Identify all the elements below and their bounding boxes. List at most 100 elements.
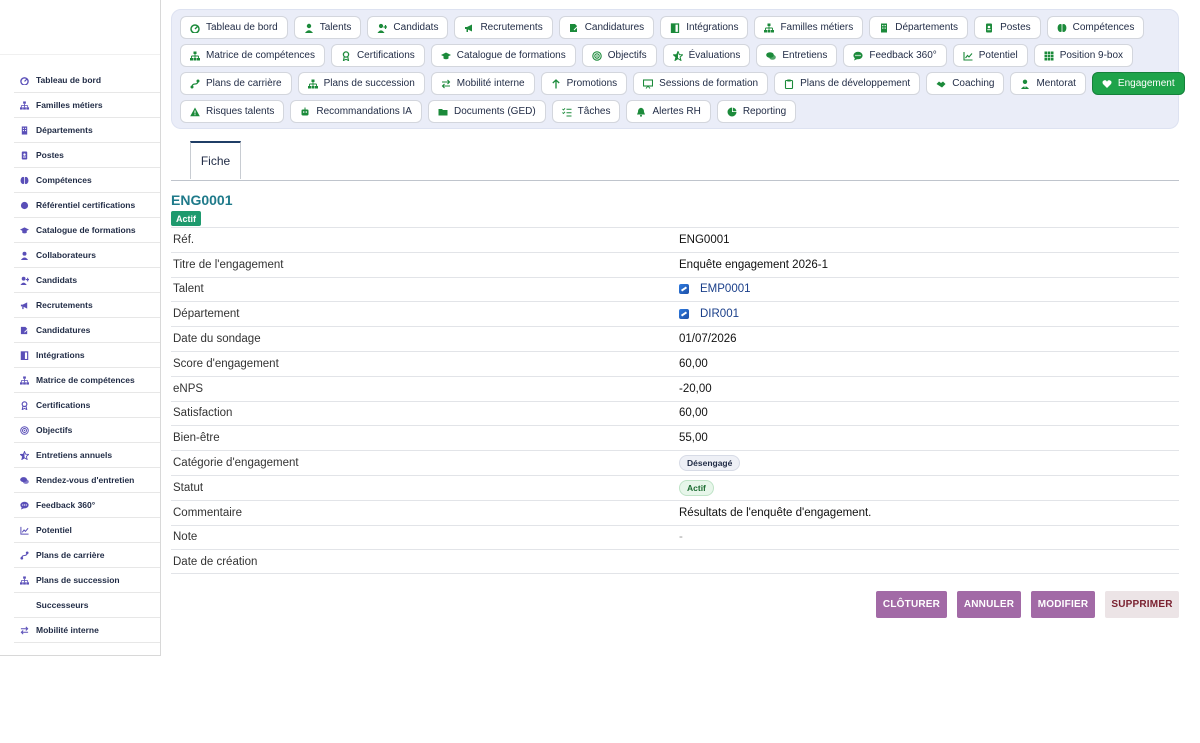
sidebar-item-int-grations[interactable]: Intégrations xyxy=(14,343,160,368)
detail-row: Catégorie d'engagement Désengagé xyxy=(171,450,1179,475)
handshake-icon xyxy=(936,79,946,89)
nav-chip-familles-m-tiers[interactable]: Familles métiers xyxy=(754,16,864,39)
sidebar-header xyxy=(0,0,160,55)
field-value: EMP0001 xyxy=(679,283,751,295)
nav-chip-talents[interactable]: Talents xyxy=(293,16,362,39)
nav-chip-label: Plans de développement xyxy=(800,78,911,89)
sidebar-item-rendez-vous-d-entretien[interactable]: Rendez-vous d'entretien xyxy=(14,468,160,493)
sidebar-item-familles-m-tiers[interactable]: Familles métiers xyxy=(14,93,160,118)
edit-button[interactable]: MODIFIER xyxy=(1031,591,1095,618)
nav-chip-objectifs[interactable]: Objectifs xyxy=(581,44,657,67)
nav-chip-certifications[interactable]: Certifications xyxy=(330,44,425,67)
nav-chip-label: Mobilité interne xyxy=(456,78,525,89)
sidebar-item-potentiel[interactable]: Potentiel xyxy=(14,518,160,543)
nav-chip-label: Certifications xyxy=(356,50,415,61)
record-link[interactable]: EMP0001 xyxy=(700,283,751,295)
detail-row: Réf. ENG0001 xyxy=(171,227,1179,252)
close-button[interactable]: CLÔTURER xyxy=(876,591,947,618)
sidebar-item-label: Candidatures xyxy=(36,325,91,335)
file-signature-icon xyxy=(569,23,579,33)
sidebar-item-certifications[interactable]: Certifications xyxy=(14,393,160,418)
sidebar-item-postes[interactable]: Postes xyxy=(14,143,160,168)
nav-chip-tableau-de-bord[interactable]: Tableau de bord xyxy=(180,16,288,39)
nav-chip-matrice-de-comp-tences[interactable]: Matrice de compétences xyxy=(180,44,325,67)
sidebar-item-label: Plans de succession xyxy=(36,575,120,585)
user-plus-icon xyxy=(20,276,29,285)
nav-chip-catalogue-de-formations[interactable]: Catalogue de formations xyxy=(430,44,576,67)
sidebar-item-recrutements[interactable]: Recrutements xyxy=(14,293,160,318)
nav-chip-plans-de-succession[interactable]: Plans de succession xyxy=(297,72,425,95)
nav-chip-label: Postes xyxy=(1000,22,1031,33)
nav-chip-label: Position 9-box xyxy=(1059,50,1124,61)
sidebar-item-plans-de-carri-re[interactable]: Plans de carrière xyxy=(14,543,160,568)
sitemap-icon xyxy=(307,79,318,89)
record-link-icon[interactable] xyxy=(679,309,689,320)
nav-chip-reporting[interactable]: Reporting xyxy=(716,100,797,123)
nav-chip-label: Matrice de compétences xyxy=(206,50,315,61)
nav-chip-sessions-de-formation[interactable]: Sessions de formation xyxy=(633,72,769,95)
nav-chip-plans-de-carri-re[interactable]: Plans de carrière xyxy=(180,72,292,95)
tab-fiche[interactable]: Fiche xyxy=(190,141,241,179)
nav-chip--valuations[interactable]: Évaluations xyxy=(662,44,751,67)
nav-chip-recommandations-ia[interactable]: Recommandations IA xyxy=(290,100,422,123)
nav-chip-mentorat[interactable]: Mentorat xyxy=(1010,72,1086,95)
nav-chip-coaching[interactable]: Coaching xyxy=(926,72,1005,95)
sidebar-item-catalogue-de-formations[interactable]: Catalogue de formations xyxy=(14,218,160,243)
nav-chip-engagement[interactable]: Engagement xyxy=(1091,72,1185,95)
sidebar-item-label: Intégrations xyxy=(36,350,85,360)
sidebar-item-mobilit-interne[interactable]: Mobilité interne xyxy=(14,618,160,643)
nav-chip-feedback-360[interactable]: Feedback 360° xyxy=(843,44,947,67)
sidebar-item-tableau-de-bord[interactable]: Tableau de bord xyxy=(14,68,160,93)
delete-button[interactable]: SUPPRIMER xyxy=(1105,591,1179,618)
nav-chip-label: Familles métiers xyxy=(780,22,854,33)
nav-chip-promotions[interactable]: Promotions xyxy=(540,72,628,95)
file-signature-icon xyxy=(20,326,29,335)
user-plus-icon xyxy=(377,23,388,33)
nav-chip-risques-talents[interactable]: Risques talents xyxy=(180,100,285,123)
nav-chip-recrutements[interactable]: Recrutements xyxy=(454,16,553,39)
building-icon xyxy=(20,125,29,135)
nav-chip-label: Sessions de formation xyxy=(659,78,759,89)
cancel-button[interactable]: ANNULER xyxy=(957,591,1021,618)
field-value-text: 01/07/2026 xyxy=(679,333,737,346)
sidebar-item-successeurs[interactable]: Successeurs xyxy=(14,593,160,618)
nav-chip-t-ches[interactable]: Tâches xyxy=(551,100,621,123)
nav-chip-candidatures[interactable]: Candidatures xyxy=(558,16,655,39)
robot-icon xyxy=(300,107,310,117)
field-value-text: Résultats de l'enquête d'engagement. xyxy=(679,506,872,519)
sidebar-item-comp-tences[interactable]: Compétences xyxy=(14,168,160,193)
dashboard-icon xyxy=(190,23,200,33)
field-value: 60,00 xyxy=(679,407,708,419)
sidebar-item-objectifs[interactable]: Objectifs xyxy=(14,418,160,443)
record-link[interactable]: DIR001 xyxy=(700,308,739,320)
nav-chip-position-9-box[interactable]: Position 9-box xyxy=(1033,44,1134,67)
sidebar-item-d-partements[interactable]: Départements xyxy=(14,118,160,143)
nav-chip-alertes-rh[interactable]: Alertes RH xyxy=(626,100,711,123)
sidebar-item-r-f-rentiel-certifications[interactable]: Référentiel certifications xyxy=(14,193,160,218)
field-value-text: Enquête engagement 2026-1 xyxy=(679,258,828,271)
sidebar-item-candidats[interactable]: Candidats xyxy=(14,268,160,293)
nav-chip-entretiens[interactable]: Entretiens xyxy=(756,44,838,67)
sidebar-item-entretiens-annuels[interactable]: Entretiens annuels xyxy=(14,443,160,468)
sidebar-item-matrice-de-comp-tences[interactable]: Matrice de compétences xyxy=(14,368,160,393)
nav-chip-postes[interactable]: Postes xyxy=(974,16,1041,39)
tab-bar: Fiche xyxy=(171,141,1179,181)
nav-chip-label: Entretiens xyxy=(782,50,828,61)
nav-chip-plans-de-d-veloppement[interactable]: Plans de développement xyxy=(774,72,921,95)
sidebar-item-candidatures[interactable]: Candidatures xyxy=(14,318,160,343)
exchange-icon xyxy=(20,626,29,635)
record-link-icon[interactable] xyxy=(679,284,689,295)
detail-row: Score d'engagement 60,00 xyxy=(171,350,1179,376)
nav-chip-int-grations[interactable]: Intégrations xyxy=(660,16,749,39)
nav-chip-candidats[interactable]: Candidats xyxy=(367,16,449,39)
nav-chip-documents-ged[interactable]: Documents (GED) xyxy=(427,100,546,123)
nav-chip-potentiel[interactable]: Potentiel xyxy=(952,44,1028,67)
sidebar-item-label: Feedback 360° xyxy=(36,500,96,510)
sidebar-item-plans-de-succession[interactable]: Plans de succession xyxy=(14,568,160,593)
sidebar-item-collaborateurs[interactable]: Collaborateurs xyxy=(14,243,160,268)
nav-chip-d-partements[interactable]: Départements xyxy=(869,16,969,39)
nav-chip-comp-tences[interactable]: Compétences xyxy=(1046,16,1145,39)
nav-chip-mobilit-interne[interactable]: Mobilité interne xyxy=(430,72,535,95)
field-value: Actif xyxy=(679,479,714,496)
sidebar-item-feedback-360[interactable]: Feedback 360° xyxy=(14,493,160,518)
